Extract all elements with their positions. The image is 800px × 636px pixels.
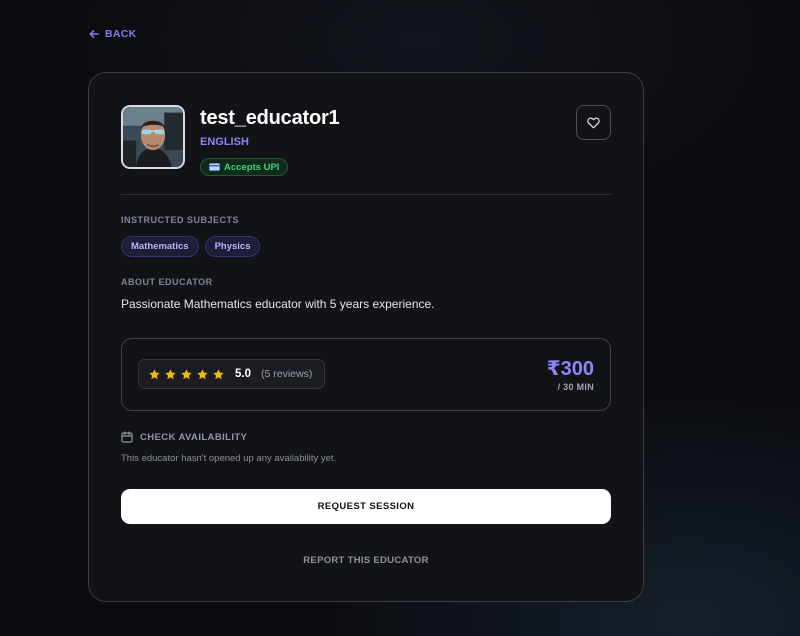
arrow-left-icon <box>89 30 99 38</box>
educator-card: test_educator1 ENGLISH Accepts UPI INSTR… <box>88 72 644 602</box>
subjects-label: INSTRUCTED SUBJECTS <box>121 215 240 225</box>
star-icon <box>197 368 208 379</box>
calendar-icon <box>121 431 133 443</box>
star-rating <box>148 368 225 381</box>
session-price: ₹300 <box>546 358 594 380</box>
subject-chip: Mathematics <box>121 236 199 257</box>
rating-price-box: 5.0 (5 reviews) ₹300 / 30 MIN <box>121 338 611 411</box>
subjects-list: Mathematics Physics <box>121 236 261 257</box>
check-availability-heading: CHECK AVAILABILITY <box>121 431 247 443</box>
availability-note: This educator hasn't opened up any avail… <box>121 453 337 464</box>
request-session-button[interactable]: REQUEST SESSION <box>121 489 611 524</box>
star-icon <box>181 368 192 379</box>
favorite-button[interactable] <box>576 105 611 140</box>
educator-language: ENGLISH <box>200 136 249 148</box>
upi-badge-label: Accepts UPI <box>224 161 280 173</box>
heart-icon <box>587 117 600 129</box>
credit-card-icon <box>209 163 220 171</box>
subject-chip: Physics <box>204 236 261 257</box>
star-icon <box>213 368 224 379</box>
rating-value: 5.0 <box>235 368 251 380</box>
review-count: (5 reviews) <box>261 368 313 380</box>
back-label: BACK <box>105 28 137 40</box>
back-button[interactable]: BACK <box>89 28 137 40</box>
rating-summary: 5.0 (5 reviews) <box>138 359 325 389</box>
star-icon <box>149 368 160 379</box>
availability-label: CHECK AVAILABILITY <box>140 431 248 443</box>
avatar <box>121 105 185 169</box>
star-icon <box>165 368 176 379</box>
educator-name: test_educator1 <box>200 107 340 129</box>
about-text: Passionate Mathematics educator with 5 y… <box>121 297 435 311</box>
upi-badge: Accepts UPI <box>200 158 289 176</box>
price-unit: / 30 MIN <box>557 382 594 392</box>
report-educator-link[interactable]: REPORT THIS EDUCATOR <box>89 555 643 566</box>
about-label: ABOUT EDUCATOR <box>121 277 213 287</box>
divider <box>121 194 611 195</box>
